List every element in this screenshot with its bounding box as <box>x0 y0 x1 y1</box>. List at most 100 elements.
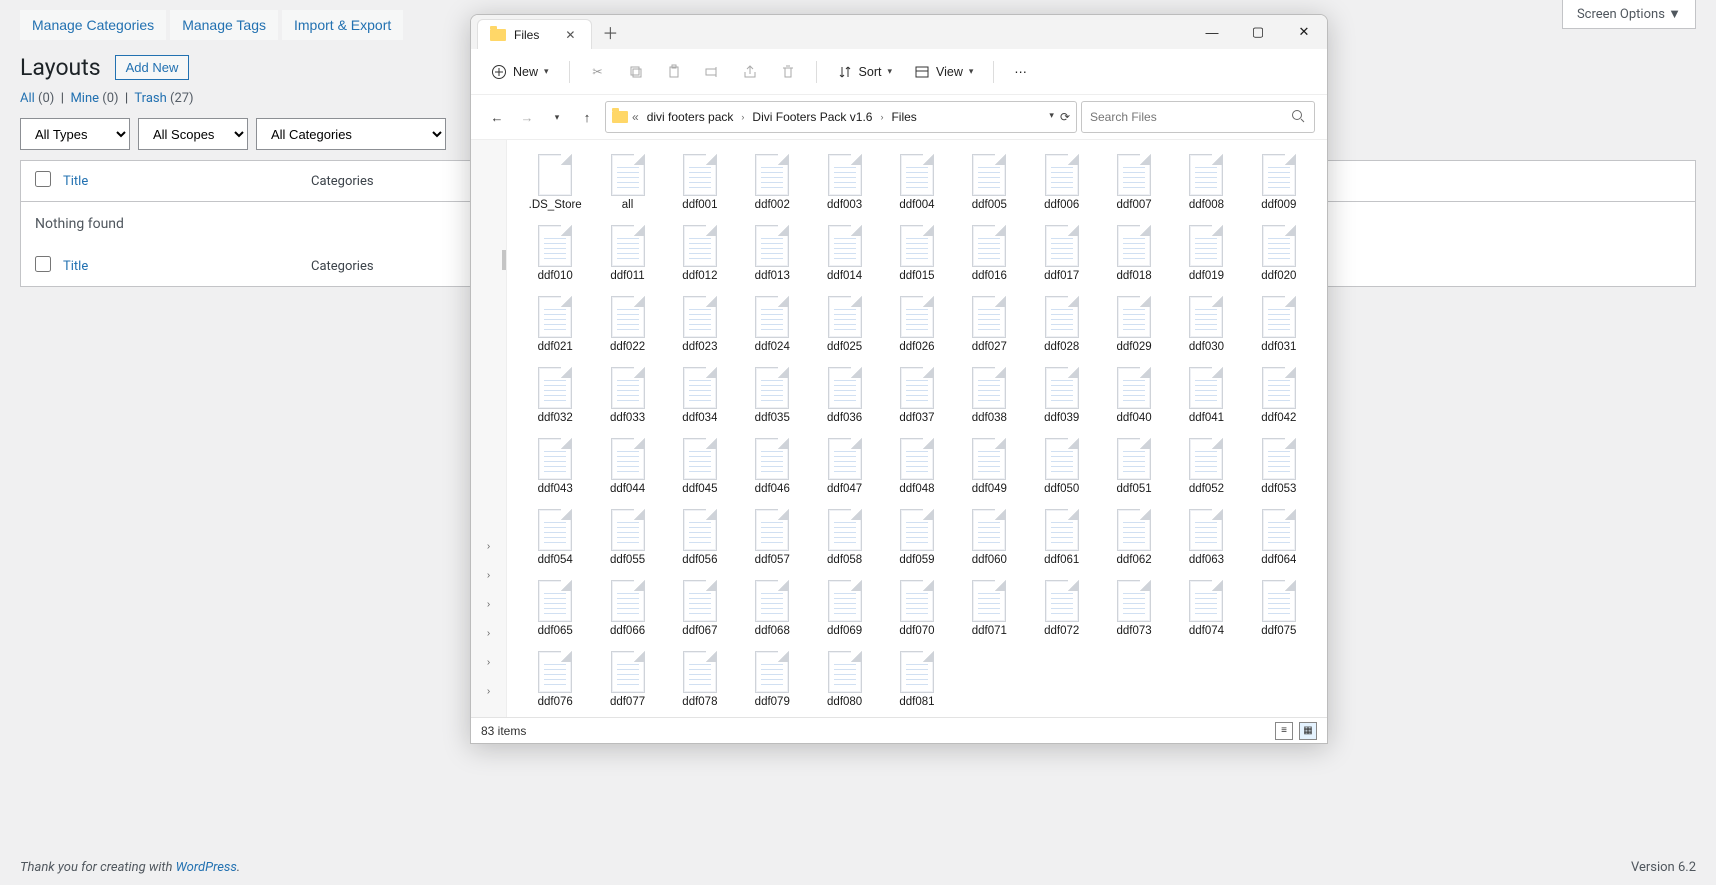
file-item[interactable]: ddf023 <box>666 292 734 357</box>
file-item[interactable]: ddf076 <box>521 647 589 712</box>
files-area[interactable]: .DS_Storeallddf001ddf002ddf003ddf004ddf0… <box>507 140 1327 717</box>
file-item[interactable]: ddf077 <box>593 647 661 712</box>
add-new-button[interactable]: Add New <box>115 55 190 80</box>
file-item[interactable]: ddf012 <box>666 221 734 286</box>
import-export-button[interactable]: Import & Export <box>282 10 403 40</box>
file-item[interactable]: ddf042 <box>1245 363 1313 428</box>
file-item[interactable]: ddf078 <box>666 647 734 712</box>
file-item[interactable]: ddf002 <box>738 150 806 215</box>
file-item[interactable]: ddf041 <box>1172 363 1240 428</box>
file-item[interactable]: ddf054 <box>521 505 589 570</box>
file-item[interactable]: ddf070 <box>883 576 951 641</box>
file-item[interactable]: ddf022 <box>593 292 661 357</box>
file-item[interactable]: ddf024 <box>738 292 806 357</box>
filter-trash-link[interactable]: Trash <box>134 91 166 106</box>
file-item[interactable]: ddf047 <box>810 434 878 499</box>
file-item[interactable]: ddf037 <box>883 363 951 428</box>
file-item[interactable]: ddf003 <box>810 150 878 215</box>
filter-types-select[interactable]: All Types <box>20 118 130 150</box>
file-item[interactable]: ddf056 <box>666 505 734 570</box>
nav-pane-collapsed[interactable]: › › › › › › <box>471 140 507 717</box>
file-item[interactable]: ddf010 <box>521 221 589 286</box>
file-item[interactable]: ddf053 <box>1245 434 1313 499</box>
file-item[interactable]: ddf061 <box>1028 505 1096 570</box>
breadcrumb-segment[interactable]: Divi Footers Pack v1.6 <box>748 108 876 126</box>
file-item[interactable]: ddf069 <box>810 576 878 641</box>
chevron-right-icon[interactable]: › <box>487 599 490 610</box>
file-item[interactable]: ddf058 <box>810 505 878 570</box>
file-item[interactable]: ddf043 <box>521 434 589 499</box>
file-item[interactable]: ddf057 <box>738 505 806 570</box>
file-item[interactable]: ddf055 <box>593 505 661 570</box>
manage-tags-button[interactable]: Manage Tags <box>170 10 278 40</box>
file-item[interactable]: ddf015 <box>883 221 951 286</box>
file-item[interactable]: ddf013 <box>738 221 806 286</box>
manage-categories-button[interactable]: Manage Categories <box>20 10 166 40</box>
file-item[interactable]: ddf021 <box>521 292 589 357</box>
file-item[interactable]: ddf033 <box>593 363 661 428</box>
filter-scopes-select[interactable]: All Scopes <box>138 118 248 150</box>
file-item[interactable]: ddf048 <box>883 434 951 499</box>
file-item[interactable]: ddf046 <box>738 434 806 499</box>
forward-button[interactable]: → <box>513 103 541 131</box>
refresh-button[interactable]: ⟳ <box>1060 110 1070 124</box>
file-item[interactable]: ddf006 <box>1028 150 1096 215</box>
file-item[interactable]: ddf044 <box>593 434 661 499</box>
search-input[interactable]: Search Files <box>1081 101 1315 133</box>
file-item[interactable]: ddf079 <box>738 647 806 712</box>
file-item[interactable]: ddf028 <box>1028 292 1096 357</box>
file-item[interactable]: ddf030 <box>1172 292 1240 357</box>
file-item[interactable]: ddf009 <box>1245 150 1313 215</box>
file-item[interactable]: ddf062 <box>1100 505 1168 570</box>
filter-mine-link[interactable]: Mine <box>70 91 99 106</box>
file-item[interactable]: ddf019 <box>1172 221 1240 286</box>
file-item[interactable]: ddf014 <box>810 221 878 286</box>
file-item[interactable]: ddf031 <box>1245 292 1313 357</box>
maximize-button[interactable]: ▢ <box>1235 15 1281 49</box>
filter-categories-select[interactable]: All Categories <box>256 118 446 150</box>
file-item[interactable]: ddf035 <box>738 363 806 428</box>
icons-view-toggle[interactable]: ▦ <box>1299 722 1317 740</box>
back-button[interactable]: ← <box>483 103 511 131</box>
file-item[interactable]: ddf027 <box>955 292 1023 357</box>
file-item[interactable]: ddf034 <box>666 363 734 428</box>
chevron-down-icon[interactable]: ▾ <box>1049 110 1054 124</box>
chevron-right-icon[interactable]: › <box>487 570 490 581</box>
file-item[interactable]: ddf071 <box>955 576 1023 641</box>
breadcrumb-segment[interactable]: divi footers pack <box>643 108 738 126</box>
file-item[interactable]: ddf011 <box>593 221 661 286</box>
file-item[interactable]: ddf050 <box>1028 434 1096 499</box>
file-item[interactable]: ddf074 <box>1172 576 1240 641</box>
file-item[interactable]: ddf018 <box>1100 221 1168 286</box>
file-item[interactable]: ddf032 <box>521 363 589 428</box>
tab-close-icon[interactable]: ✕ <box>561 28 579 42</box>
select-all-checkbox[interactable] <box>35 171 51 187</box>
details-view-toggle[interactable]: ≡ <box>1275 722 1293 740</box>
filter-all-link[interactable]: All <box>20 91 35 106</box>
file-item[interactable]: ddf066 <box>593 576 661 641</box>
file-item[interactable]: ddf017 <box>1028 221 1096 286</box>
file-item[interactable]: all <box>593 150 661 215</box>
file-item[interactable]: ddf075 <box>1245 576 1313 641</box>
file-item[interactable]: ddf040 <box>1100 363 1168 428</box>
new-tab-button[interactable]: ＋ <box>592 20 628 44</box>
file-item[interactable]: ddf039 <box>1028 363 1096 428</box>
file-item[interactable]: ddf064 <box>1245 505 1313 570</box>
new-button[interactable]: New ▾ <box>483 59 557 85</box>
chevron-right-icon[interactable]: › <box>487 541 490 552</box>
file-item[interactable]: ddf065 <box>521 576 589 641</box>
file-item[interactable]: ddf081 <box>883 647 951 712</box>
chevron-right-icon[interactable]: › <box>487 657 490 668</box>
file-item[interactable]: ddf001 <box>666 150 734 215</box>
file-item[interactable]: ddf026 <box>883 292 951 357</box>
recent-button[interactable]: ▾ <box>543 103 571 131</box>
file-item[interactable]: ddf067 <box>666 576 734 641</box>
file-item[interactable]: ddf063 <box>1172 505 1240 570</box>
file-item[interactable]: ddf029 <box>1100 292 1168 357</box>
sort-button[interactable]: Sort▾ <box>829 59 900 85</box>
chevron-right-icon[interactable]: › <box>487 628 490 639</box>
up-button[interactable]: ↑ <box>573 103 601 131</box>
chevron-right-icon[interactable]: › <box>487 686 490 697</box>
file-item[interactable]: ddf049 <box>955 434 1023 499</box>
file-item[interactable]: ddf072 <box>1028 576 1096 641</box>
